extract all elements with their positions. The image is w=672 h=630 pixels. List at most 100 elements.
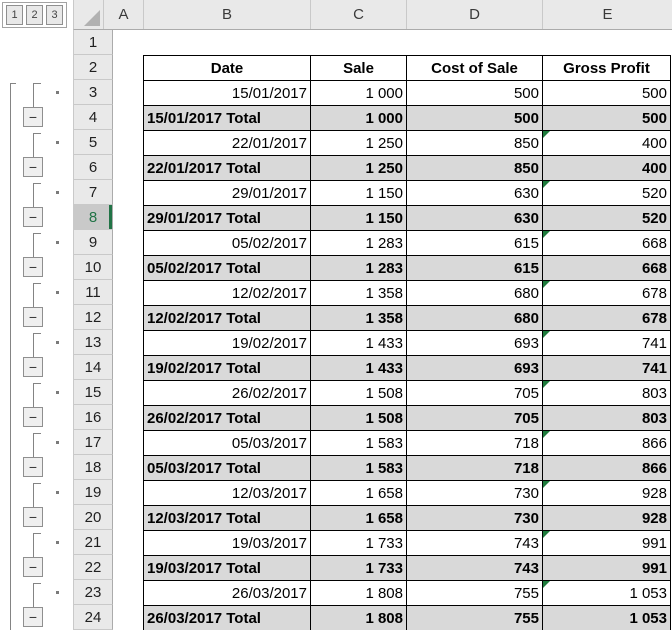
- outline-collapse-button-row-22[interactable]: −: [23, 557, 43, 577]
- cell-date[interactable]: 22/01/2017 Total: [143, 155, 311, 181]
- cell-gross-profit[interactable]: 668: [542, 255, 671, 281]
- cell-sale[interactable]: 1 658: [310, 480, 407, 506]
- cell-sale[interactable]: 1 250: [310, 155, 407, 181]
- cell-date[interactable]: 29/01/2017: [143, 180, 311, 206]
- cell-sale[interactable]: 1 508: [310, 405, 407, 431]
- row-header-23[interactable]: 23: [73, 580, 113, 605]
- cell-gross-profit[interactable]: 803: [542, 380, 671, 406]
- cell-date[interactable]: 12/03/2017: [143, 480, 311, 506]
- column-header-d[interactable]: D: [407, 0, 543, 29]
- cell-gross-profit[interactable]: 803: [542, 405, 671, 431]
- cell-cost-of-sale[interactable]: 743: [406, 530, 543, 556]
- cell-sale[interactable]: 1 583: [310, 455, 407, 481]
- row-header-7[interactable]: 7: [73, 180, 113, 205]
- cell-sale[interactable]: 1 508: [310, 380, 407, 406]
- cell-cost-of-sale[interactable]: 730: [406, 505, 543, 531]
- cell-gross-profit[interactable]: 400: [542, 155, 671, 181]
- cell-gross-profit[interactable]: 741: [542, 355, 671, 381]
- row-header-9[interactable]: 9: [73, 230, 113, 255]
- cell-date[interactable]: 19/03/2017: [143, 530, 311, 556]
- cell-sale[interactable]: 1 433: [310, 355, 407, 381]
- cell-sale[interactable]: 1 658: [310, 505, 407, 531]
- row-header-2[interactable]: 2: [73, 55, 113, 80]
- outline-collapse-button-row-14[interactable]: −: [23, 357, 43, 377]
- outline-collapse-button-row-16[interactable]: −: [23, 407, 43, 427]
- outline-collapse-button-row-20[interactable]: −: [23, 507, 43, 527]
- cell-gross-profit[interactable]: 866: [542, 455, 671, 481]
- select-all-button[interactable]: [74, 0, 104, 29]
- cell-cost-of-sale[interactable]: 755: [406, 580, 543, 606]
- header-cell-gross-profit[interactable]: Gross Profit: [542, 55, 671, 81]
- cell-sale[interactable]: 1 808: [310, 605, 407, 630]
- cell-cost-of-sale[interactable]: 850: [406, 155, 543, 181]
- outline-collapse-button-row-24[interactable]: −: [23, 607, 43, 627]
- cell-date[interactable]: 12/03/2017 Total: [143, 505, 311, 531]
- cell-gross-profit[interactable]: 928: [542, 480, 671, 506]
- row-header-10[interactable]: 10: [73, 255, 113, 280]
- cell-gross-profit[interactable]: 991: [542, 555, 671, 581]
- row-header-14[interactable]: 14: [73, 355, 113, 380]
- outline-collapse-button-row-8[interactable]: −: [23, 207, 43, 227]
- cell-cost-of-sale[interactable]: 500: [406, 105, 543, 131]
- cell-sale[interactable]: 1 583: [310, 430, 407, 456]
- cell-date[interactable]: 19/03/2017 Total: [143, 555, 311, 581]
- cell-sale[interactable]: 1 283: [310, 255, 407, 281]
- cell-gross-profit[interactable]: 1 053: [542, 580, 671, 606]
- row-header-6[interactable]: 6: [73, 155, 113, 180]
- row-header-16[interactable]: 16: [73, 405, 113, 430]
- cell-gross-profit[interactable]: 520: [542, 180, 671, 206]
- cell-date[interactable]: 26/03/2017 Total: [143, 605, 311, 630]
- outline-level-button-1[interactable]: 1: [6, 5, 23, 25]
- row-header-3[interactable]: 3: [73, 80, 113, 105]
- cell-sale[interactable]: 1 150: [310, 180, 407, 206]
- row-header-18[interactable]: 18: [73, 455, 113, 480]
- cell-cost-of-sale[interactable]: 693: [406, 330, 543, 356]
- header-cell-date[interactable]: Date: [143, 55, 311, 81]
- cell-cost-of-sale[interactable]: 680: [406, 305, 543, 331]
- cell-sale[interactable]: 1 433: [310, 330, 407, 356]
- cell-sale[interactable]: 1 808: [310, 580, 407, 606]
- cell-date[interactable]: 26/02/2017: [143, 380, 311, 406]
- cell-gross-profit[interactable]: 400: [542, 130, 671, 156]
- column-header-b[interactable]: B: [144, 0, 311, 29]
- outline-collapse-button-row-18[interactable]: −: [23, 457, 43, 477]
- cell-gross-profit[interactable]: 1 053: [542, 605, 671, 630]
- row-header-8[interactable]: 8: [73, 205, 113, 230]
- column-header-a[interactable]: A: [104, 0, 144, 29]
- row-header-24[interactable]: 24: [73, 605, 113, 630]
- outline-collapse-button-row-12[interactable]: −: [23, 307, 43, 327]
- cell-date[interactable]: 19/02/2017: [143, 330, 311, 356]
- cell-cost-of-sale[interactable]: 718: [406, 455, 543, 481]
- cell-cost-of-sale[interactable]: 693: [406, 355, 543, 381]
- row-header-15[interactable]: 15: [73, 380, 113, 405]
- row-header-20[interactable]: 20: [73, 505, 113, 530]
- cell-sale[interactable]: 1 733: [310, 530, 407, 556]
- cell-gross-profit[interactable]: 520: [542, 205, 671, 231]
- cell-cost-of-sale[interactable]: 615: [406, 255, 543, 281]
- cell-date[interactable]: 12/02/2017 Total: [143, 305, 311, 331]
- cell-cost-of-sale[interactable]: 718: [406, 430, 543, 456]
- cell-date[interactable]: 05/02/2017 Total: [143, 255, 311, 281]
- column-header-e[interactable]: E: [543, 0, 672, 29]
- row-header-21[interactable]: 21: [73, 530, 113, 555]
- outline-level-button-3[interactable]: 3: [46, 5, 63, 25]
- cell-cost-of-sale[interactable]: 630: [406, 180, 543, 206]
- cell-date[interactable]: 22/01/2017: [143, 130, 311, 156]
- outline-collapse-button-row-6[interactable]: −: [23, 157, 43, 177]
- cell-cost-of-sale[interactable]: 680: [406, 280, 543, 306]
- cell-gross-profit[interactable]: 668: [542, 230, 671, 256]
- cell-gross-profit[interactable]: 741: [542, 330, 671, 356]
- cell-date[interactable]: 05/02/2017: [143, 230, 311, 256]
- cell-cost-of-sale[interactable]: 743: [406, 555, 543, 581]
- row-header-1[interactable]: 1: [73, 30, 113, 55]
- cell-gross-profit[interactable]: 991: [542, 530, 671, 556]
- cell-gross-profit[interactable]: 678: [542, 305, 671, 331]
- cell-sale[interactable]: 1 000: [310, 105, 407, 131]
- cell-sale[interactable]: 1 250: [310, 130, 407, 156]
- cell-cost-of-sale[interactable]: 705: [406, 405, 543, 431]
- cell-date[interactable]: 19/02/2017 Total: [143, 355, 311, 381]
- cell-date[interactable]: 05/03/2017: [143, 430, 311, 456]
- cell-cost-of-sale[interactable]: 630: [406, 205, 543, 231]
- cell-sale[interactable]: 1 150: [310, 205, 407, 231]
- cell-cost-of-sale[interactable]: 500: [406, 80, 543, 106]
